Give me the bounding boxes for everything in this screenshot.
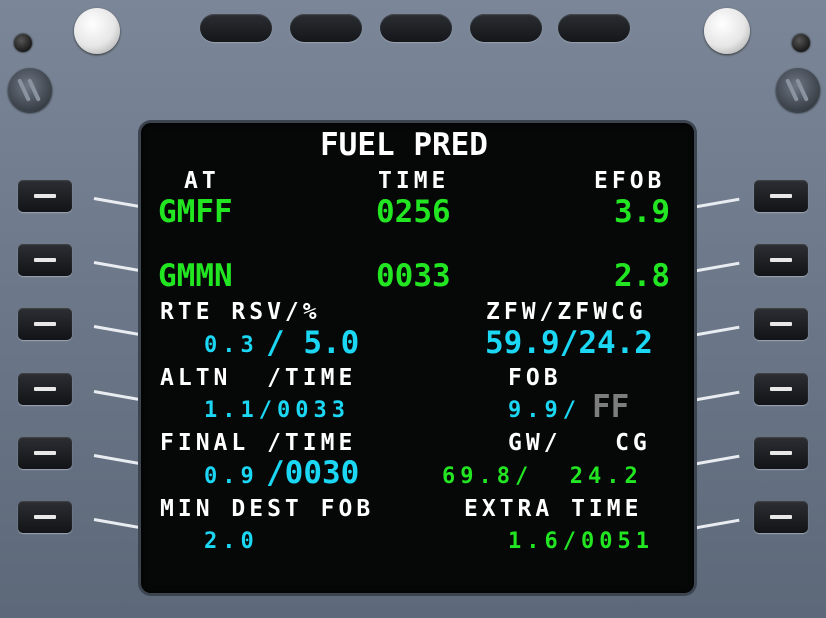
lsk-5l[interactable]: [18, 437, 72, 469]
right-brightness-knob[interactable]: [776, 68, 820, 112]
lsk-6r[interactable]: [754, 501, 808, 533]
page-title: FUEL PRED: [320, 127, 488, 163]
top-button-5[interactable]: [558, 14, 630, 42]
left-annunciator-light: [74, 8, 120, 54]
lsk-2l[interactable]: [18, 244, 72, 276]
dest1-time: 0256: [376, 194, 451, 230]
lsk-3l[interactable]: [18, 308, 72, 340]
lsk-6l[interactable]: [18, 501, 72, 533]
gw-cg-value: 69.8/ 24.2: [442, 464, 643, 489]
header-time: TIME: [378, 168, 450, 194]
label-rte-rsv: RTE RSV/%: [160, 299, 321, 325]
top-button-3[interactable]: [380, 14, 452, 42]
min-dest-fob-value[interactable]: 2.0: [204, 531, 259, 553]
lsk-4r[interactable]: [754, 373, 808, 405]
lsk-1l[interactable]: [18, 180, 72, 212]
header-at: AT: [184, 168, 220, 194]
screw-icon: [14, 34, 32, 52]
header-efob: EFOB: [594, 168, 666, 194]
label-min-dest-fob: MIN DEST FOB: [160, 496, 375, 522]
top-button-2[interactable]: [290, 14, 362, 42]
fob-value[interactable]: 9.9/: [508, 400, 581, 422]
lsk-2r[interactable]: [754, 244, 808, 276]
screw-icon: [792, 34, 810, 52]
extra-time-value: 1.6/0051: [508, 529, 654, 554]
lsk-5r[interactable]: [754, 437, 808, 469]
top-button-1[interactable]: [200, 14, 272, 42]
dest2-airport: GMMN: [158, 258, 233, 294]
zfw-zfwcg-value[interactable]: 59.9/24.2: [485, 328, 653, 359]
label-extra-time: EXTRA TIME: [464, 496, 643, 522]
rte-rsv-percent[interactable]: / 5.0: [266, 328, 359, 359]
top-button-4[interactable]: [470, 14, 542, 42]
dest2-efob: 2.8: [614, 258, 670, 294]
altn-time-value[interactable]: 1.1/0033: [204, 400, 350, 422]
left-brightness-knob[interactable]: [8, 68, 52, 112]
lsk-3r[interactable]: [754, 308, 808, 340]
label-final-time: FINAL /TIME: [160, 430, 357, 456]
final-time-value[interactable]: /0030: [266, 458, 359, 489]
final-fuel-value[interactable]: 0.9: [204, 466, 259, 488]
dest1-airport: GMFF: [158, 194, 233, 230]
label-gw-cg: GW/ CG: [508, 430, 651, 456]
label-zfw-zfwcg: ZFW/ZFWCG: [486, 299, 647, 325]
label-altn-time: ALTN /TIME: [160, 365, 357, 391]
right-annunciator-light: [704, 8, 750, 54]
dest2-time: 0033: [376, 258, 451, 294]
label-fob: FOB: [508, 365, 562, 391]
rte-rsv-fuel[interactable]: 0.3: [204, 335, 259, 357]
lsk-1r[interactable]: [754, 180, 808, 212]
lsk-4l[interactable]: [18, 373, 72, 405]
fob-ff-indicator[interactable]: FF: [592, 392, 629, 423]
dest1-efob: 3.9: [614, 194, 670, 230]
